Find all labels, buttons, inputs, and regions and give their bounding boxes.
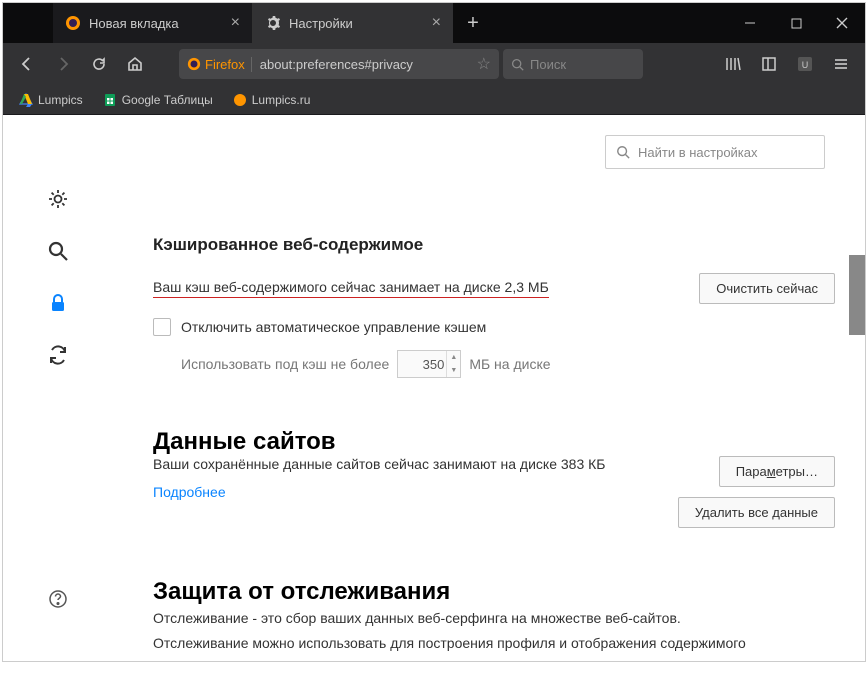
- search-placeholder: Поиск: [530, 57, 566, 72]
- sidebar-button[interactable]: [753, 48, 785, 80]
- svg-text:U: U: [802, 60, 809, 70]
- bookmark-label: Lumpics.ru: [252, 93, 311, 107]
- library-button[interactable]: [717, 48, 749, 80]
- sidebar-help-icon[interactable]: [46, 587, 70, 611]
- new-tab-button[interactable]: +: [453, 3, 493, 43]
- bookmarks-bar: Lumpics Google Таблицы Lumpics.ru: [3, 85, 865, 115]
- site-data-settings-button[interactable]: Параметры…: [719, 456, 835, 487]
- sheets-icon: [103, 93, 117, 107]
- site-data-section: Данные сайтов Ваши сохранённые данные са…: [153, 428, 835, 528]
- home-button[interactable]: [119, 48, 151, 80]
- firefox-icon: [187, 57, 201, 71]
- sidebar-general-icon[interactable]: [46, 187, 70, 211]
- section-heading: Кэшированное веб-содержимое: [153, 235, 835, 255]
- site-data-status: Ваши сохранённые данные сайтов сейчас за…: [153, 456, 678, 472]
- spin-up-button[interactable]: ▲: [447, 351, 460, 364]
- search-bar[interactable]: Поиск: [503, 49, 643, 79]
- bookmark-item[interactable]: Google Таблицы: [95, 89, 221, 111]
- gear-icon: [265, 15, 281, 31]
- cache-status-text: Ваш кэш веб-содержимого сейчас занимает …: [153, 279, 549, 298]
- tab-settings[interactable]: Настройки ×: [253, 3, 453, 43]
- minimize-button[interactable]: [727, 3, 773, 43]
- cache-limit-suffix: МБ на диске: [469, 356, 550, 372]
- close-icon[interactable]: ×: [432, 14, 441, 32]
- tracking-description-2: Отслеживание можно использовать для пост…: [153, 631, 835, 656]
- close-icon[interactable]: ×: [231, 14, 240, 32]
- reload-button[interactable]: [83, 48, 115, 80]
- window-controls: [727, 3, 865, 43]
- search-icon: [616, 145, 630, 159]
- firefox-icon: [65, 15, 81, 31]
- delete-all-data-button[interactable]: Удалить все данные: [678, 497, 835, 528]
- identity-box[interactable]: Firefox: [187, 57, 245, 72]
- titlebar: Новая вкладка × Настройки × +: [3, 3, 865, 43]
- tab-label: Новая вкладка: [89, 16, 179, 31]
- clear-cache-button[interactable]: Очистить сейчас: [699, 273, 835, 304]
- bookmark-label: Lumpics: [38, 93, 83, 107]
- learn-more-link[interactable]: Подробнее: [153, 484, 678, 500]
- tab-new[interactable]: Новая вкладка ×: [53, 3, 253, 43]
- cache-section: Кэшированное веб-содержимое Ваш кэш веб-…: [153, 235, 835, 378]
- sidebar-sync-icon[interactable]: [46, 343, 70, 367]
- back-button[interactable]: [11, 48, 43, 80]
- tracking-section: Защита от отслеживания Отслеживание - эт…: [153, 578, 835, 656]
- maximize-button[interactable]: [773, 3, 819, 43]
- favicon: [233, 93, 247, 107]
- search-placeholder: Найти в настройках: [638, 145, 758, 160]
- section-heading: Защита от отслеживания: [153, 578, 835, 606]
- search-icon: [511, 58, 524, 71]
- nav-toolbar: Firefox about:preferences#privacy ☆ Поис…: [3, 43, 865, 85]
- bookmark-label: Google Таблицы: [122, 93, 213, 107]
- tab-strip: Новая вкладка × Настройки × +: [53, 3, 493, 43]
- scrollbar-thumb[interactable]: [849, 255, 865, 335]
- ublock-icon[interactable]: U: [789, 48, 821, 80]
- tracking-description: Отслеживание - это сбор ваших данных веб…: [153, 606, 835, 631]
- number-spinner: ▲ ▼: [446, 351, 460, 377]
- spin-down-button[interactable]: ▼: [447, 364, 460, 377]
- bookmark-star-icon[interactable]: ☆: [477, 54, 491, 74]
- settings-search-input[interactable]: Найти в настройках: [605, 135, 825, 169]
- sidebar-search-icon[interactable]: [46, 239, 70, 263]
- menu-button[interactable]: [825, 48, 857, 80]
- prefs-sidebar: [3, 115, 113, 661]
- override-cache-checkbox[interactable]: [153, 318, 171, 336]
- cache-limit-prefix: Использовать под кэш не более: [181, 356, 389, 372]
- bookmark-item[interactable]: Lumpics: [11, 89, 91, 111]
- bookmark-item[interactable]: Lumpics.ru: [225, 89, 319, 111]
- forward-button[interactable]: [47, 48, 79, 80]
- close-window-button[interactable]: [819, 3, 865, 43]
- url-bar[interactable]: Firefox about:preferences#privacy ☆: [179, 49, 499, 79]
- url-text: about:preferences#privacy: [251, 57, 413, 72]
- checkbox-label: Отключить автоматическое управление кэше…: [181, 319, 486, 335]
- content-area: Найти в настройках Кэшированное веб-соде…: [3, 115, 865, 661]
- tab-label: Настройки: [289, 16, 353, 31]
- drive-icon: [19, 93, 33, 107]
- section-heading: Данные сайтов: [153, 428, 835, 456]
- identity-label: Firefox: [205, 57, 245, 72]
- prefs-main: Найти в настройках Кэшированное веб-соде…: [113, 115, 865, 661]
- sidebar-privacy-icon[interactable]: [46, 291, 70, 315]
